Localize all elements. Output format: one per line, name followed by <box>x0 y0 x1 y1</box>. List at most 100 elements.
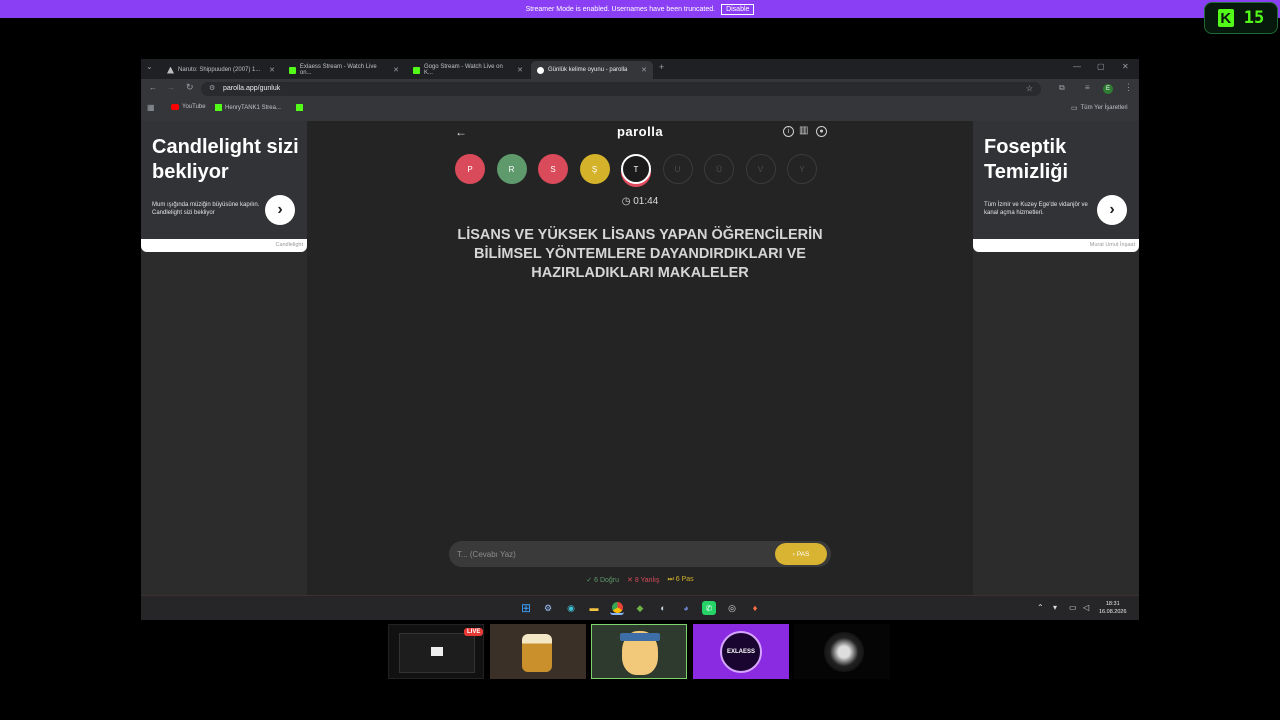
url-text: parolla.app/gunluk <box>223 85 281 92</box>
left-ad[interactable]: Candlelight sizi bekliyor Mum ışığında m… <box>141 121 307 252</box>
tab-favicon-icon <box>167 66 174 74</box>
timer: ◷ 01:44 <box>307 196 973 207</box>
naruto-cam <box>591 624 687 679</box>
edge-icon[interactable]: ◉ <box>564 601 578 615</box>
tab-bar: ⌄ Naruto: Shippuuden (2007) 1... ✕ Exlae… <box>141 59 1139 79</box>
beer-cam <box>490 624 586 679</box>
windows-start-icon[interactable]: ⊞ <box>519 601 533 615</box>
letter-circle: Ü <box>704 154 734 184</box>
bookmarks-bar: ▦ YouTube HenryTANK1 Strea... ▭ Tüm Yer … <box>141 99 1139 121</box>
apps-grid-icon[interactable]: ▦ <box>147 103 155 112</box>
tab-parolla[interactable]: Günlük kelime oyunu - parolla ✕ <box>531 61 653 79</box>
current-letter-circle: T <box>621 154 651 184</box>
all-bookmarks[interactable]: ▭ Tüm Yer İşaretleri <box>1071 104 1128 112</box>
new-tab-icon[interactable]: + <box>659 62 664 72</box>
whatsapp-icon[interactable]: ✆ <box>702 601 716 615</box>
clock-time: 18:31 <box>1105 601 1120 607</box>
ad-arrow-button[interactable]: › <box>265 195 295 225</box>
profile-avatar[interactable]: E <box>1103 84 1113 94</box>
close-tab-icon[interactable]: ✕ <box>269 66 275 74</box>
bookmark-label: YouTube <box>182 104 206 110</box>
headband-icon <box>620 633 660 641</box>
url-field[interactable]: ⚙ parolla.app/gunluk ☆ <box>201 82 1041 96</box>
ad-footer: Candlelight <box>141 239 307 252</box>
minimize-icon[interactable]: — <box>1073 62 1081 71</box>
screen-preview-cam: LIVE <box>388 624 484 679</box>
media-control-icon[interactable]: ≡ <box>1085 83 1090 92</box>
letter-circle: P <box>455 154 485 184</box>
exlaess-cam: EXLAESS <box>693 624 789 679</box>
timer-value: 01:44 <box>633 196 659 207</box>
file-explorer-icon[interactable]: ▬ <box>587 601 601 615</box>
pass-button[interactable]: › PAS <box>775 543 827 565</box>
abstract-logo <box>824 632 864 672</box>
user-icon[interactable]: ● <box>816 126 827 137</box>
chevron-right-icon: › <box>792 550 795 558</box>
kick-favicon-icon <box>215 104 222 111</box>
bookmark-youtube[interactable]: YouTube <box>171 104 206 110</box>
bookmark-label: HenryTANK1 Strea... <box>225 104 281 111</box>
letter-circle: S <box>538 154 568 184</box>
chrome-icon[interactable] <box>610 601 624 615</box>
kick-favicon-icon <box>413 66 420 74</box>
taskbar-clock[interactable]: 18:31 16.08.2026 <box>1099 600 1127 616</box>
letter-circle: V <box>745 154 776 184</box>
site-info-icon[interactable]: ⚙ <box>209 82 215 96</box>
pass-count: ⏭ 6 Pas <box>667 576 694 583</box>
letter-circle: Ş <box>579 154 610 184</box>
tray-mic-icon[interactable]: ▾ <box>1053 603 1057 612</box>
tray-chevron-icon[interactable]: ⌃ <box>1037 603 1044 612</box>
close-tab-icon[interactable]: ✕ <box>393 66 399 74</box>
stats-chart-icon[interactable]: ▥ <box>799 125 808 136</box>
settings-icon[interactable]: ⚙ <box>541 601 555 615</box>
tray-network-icon[interactable]: ▭ <box>1069 603 1077 612</box>
letter-wheel: P R S Ş T U Ü V Y <box>455 154 825 188</box>
all-bookmarks-label: Tüm Yer İşaretleri <box>1080 105 1128 111</box>
tab-gogo-stream[interactable]: Gogo Stream - Watch Live on K... ✕ <box>407 61 529 79</box>
app-logo: parolla <box>616 124 664 139</box>
ad-title: Candlelight sizi bekliyor <box>152 136 299 183</box>
disable-streamer-mode-button[interactable]: Disable <box>721 3 755 15</box>
ad-arrow-button[interactable]: › <box>1097 195 1127 225</box>
forward-icon[interactable]: → <box>167 83 175 92</box>
windows-taskbar: ⊞ ⚙ ◉ ▬ ◆ ◐ ◕ ✆ ◎ ♦ ⌃ ▾ ▭ ◁ 18:31 16.08.… <box>141 595 1139 620</box>
tab-search-icon[interactable]: ⌄ <box>146 62 153 71</box>
close-tab-icon[interactable]: ✕ <box>517 66 523 74</box>
reload-icon[interactable]: ↻ <box>186 82 194 93</box>
correct-count: ✓ 6 Doğru <box>586 577 620 584</box>
close-window-icon[interactable]: ✕ <box>1122 62 1129 71</box>
menu-icon[interactable]: ⋮ <box>1124 82 1133 93</box>
game-header: ← parolla i ▥ ● <box>447 121 833 145</box>
tab-title: Gogo Stream - Watch Live on K... <box>423 64 503 76</box>
right-ad[interactable]: Foseptik Temizliği Tüm İzmir ve Kuzey Eg… <box>973 121 1139 252</box>
cross-icon: ✕ <box>627 577 633 584</box>
question-text: LİSANS VE YÜKSEK LİSANS YAPAN ÖĞRENCİLER… <box>457 227 823 281</box>
extensions-icon[interactable]: ⧉ <box>1059 83 1065 93</box>
exlaess-logo: EXLAESS <box>720 631 762 673</box>
viewer-count: 15 <box>1243 8 1265 28</box>
minecraft-icon[interactable]: ◆ <box>633 601 647 615</box>
page-content: Candlelight sizi bekliyor Mum ışığında m… <box>141 121 1139 595</box>
bookmark-kick-icon[interactable] <box>296 104 303 111</box>
ad-footer: Murat Umut İnşaat <box>973 239 1139 252</box>
info-icon[interactable]: i <box>783 126 794 137</box>
youtube-icon <box>171 104 179 110</box>
microphone-icon[interactable]: ♦ <box>748 601 762 615</box>
score-stats: ✓ 6 Doğru ✕ 8 Yanlış ⏭ 6 Pas <box>307 576 973 584</box>
steam-icon[interactable]: ◐ <box>656 601 670 615</box>
bookmark-star-icon[interactable]: ☆ <box>1026 82 1033 96</box>
tab-naruto[interactable]: Naruto: Shippuuden (2007) 1... ✕ <box>161 61 281 79</box>
tray-volume-icon[interactable]: ◁ <box>1083 603 1089 612</box>
kick-favicon-icon <box>289 66 296 74</box>
close-tab-icon[interactable]: ✕ <box>641 66 647 74</box>
bookmark-henrytank[interactable]: HenryTANK1 Strea... <box>215 104 281 111</box>
tab-exlaess-stream[interactable]: Exlaess Stream - Watch Live on... ✕ <box>283 61 405 79</box>
tab-title: Naruto: Shippuuden (2007) 1... <box>178 67 261 73</box>
ad-description: Mum ışığında müziğin büyüsüne kapılın. C… <box>152 202 260 216</box>
maximize-icon[interactable]: ▢ <box>1097 62 1105 71</box>
discord-icon[interactable]: ◕ <box>679 601 693 615</box>
back-icon[interactable]: ← <box>149 83 157 92</box>
obs-icon[interactable]: ◎ <box>725 601 739 615</box>
letter-circle: R <box>496 154 527 184</box>
answer-input[interactable] <box>457 545 757 563</box>
